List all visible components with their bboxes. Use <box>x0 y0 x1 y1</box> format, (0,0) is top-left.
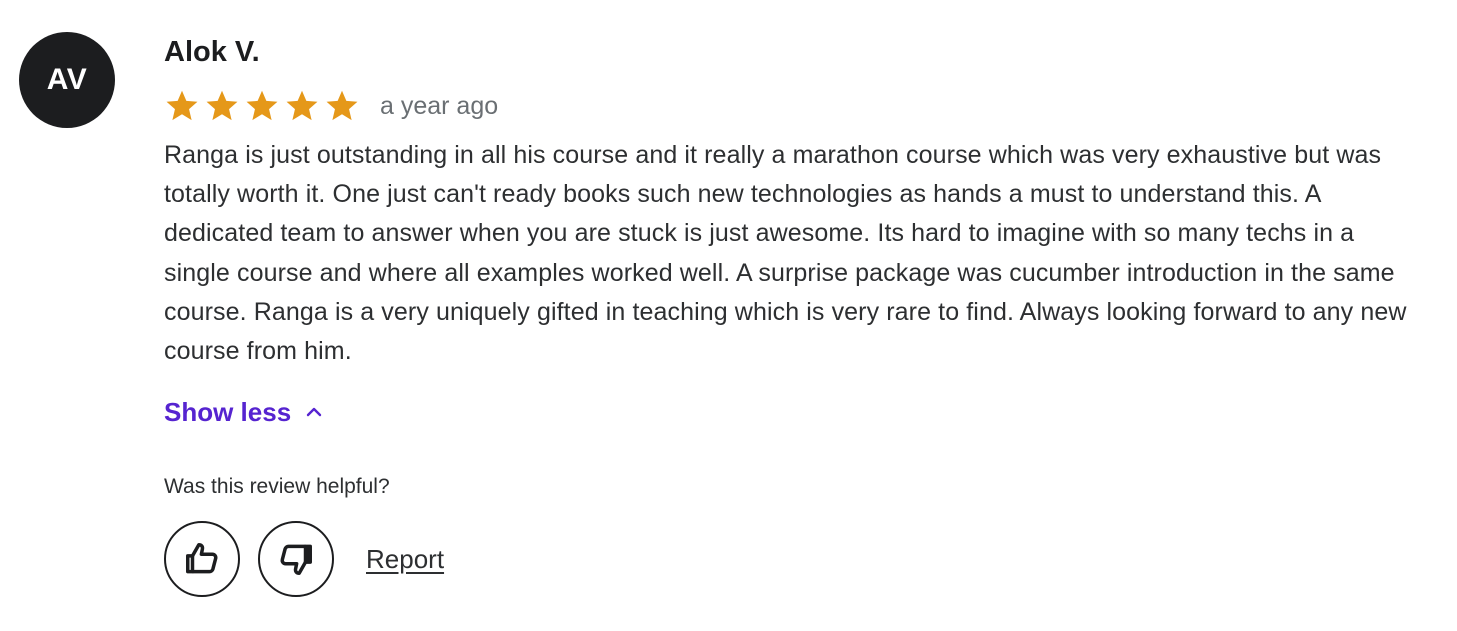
star-rating <box>164 88 360 124</box>
thumbs-up-button[interactable] <box>164 521 240 598</box>
review-card: Alok V. a year ago Ranga is just outstan… <box>164 32 1434 598</box>
star-icon <box>326 90 358 121</box>
star-icon <box>246 90 278 121</box>
star-icon <box>286 90 318 121</box>
rating-row: a year ago <box>164 86 1434 126</box>
avatar-initials: AV <box>46 63 88 96</box>
helpful-question: Was this review helpful? <box>164 475 390 499</box>
reviewer-name: Alok V. <box>164 36 260 68</box>
show-less-label: Show less <box>164 396 292 427</box>
thumbs-down-icon <box>280 544 312 576</box>
star-icon <box>166 90 198 121</box>
review-time: a year ago <box>380 91 499 120</box>
reviewer-avatar: AV <box>19 32 115 128</box>
feedback-actions: Report <box>164 521 1434 598</box>
chevron-up-icon <box>306 408 322 417</box>
review-text: Ranga is just outstanding in all his cou… <box>164 141 1407 366</box>
thumbs-down-button[interactable] <box>258 521 334 598</box>
thumbs-up-icon <box>186 543 218 574</box>
report-link[interactable]: Report <box>366 544 444 575</box>
star-icon <box>206 90 238 121</box>
show-less-button[interactable]: Show less <box>164 393 323 431</box>
